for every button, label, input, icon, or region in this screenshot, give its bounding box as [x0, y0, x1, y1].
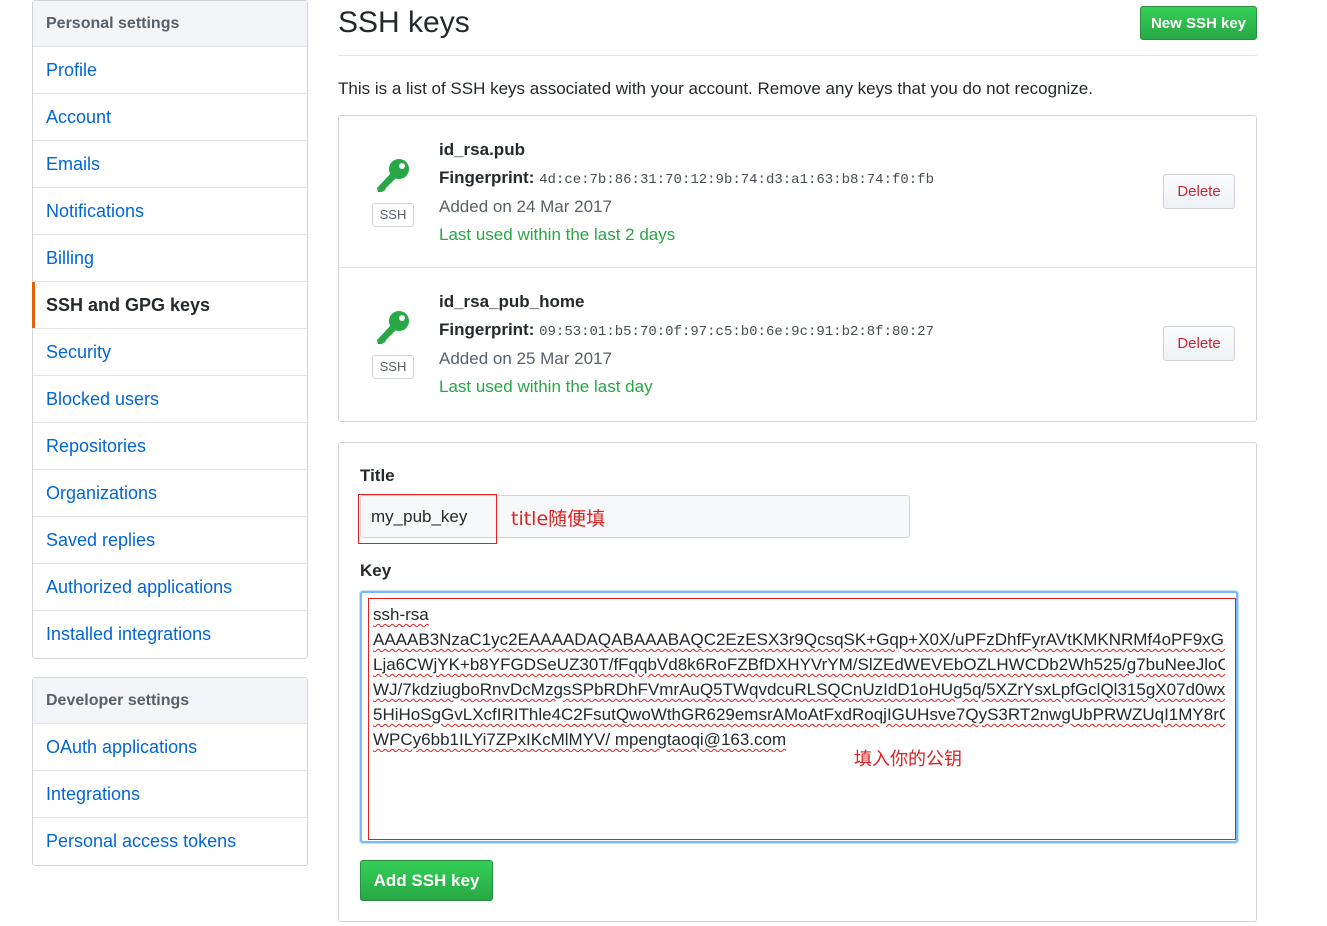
key-label: Key: [360, 561, 392, 580]
key-fingerprint: Fingerprint: 09:53:01:b5:70:0f:97:c5:b0:…: [439, 320, 934, 340]
key-added-date: Added on 24 Mar 2017: [439, 197, 612, 216]
title-divider: [338, 55, 1257, 56]
key-text-line: WPCy6bb1ILYi7ZPxIKcMlMYV/ mpengtaoqi@163…: [373, 730, 787, 749]
new-ssh-key-button[interactable]: New SSH key: [1140, 6, 1257, 40]
key-annotation: 填入你的公钥: [854, 749, 962, 770]
ssh-key-list: SSH id_rsa.pub Fingerprint: 4d:ce:7b:86:…: [338, 115, 1257, 422]
sidebar-item-security[interactable]: Security: [33, 329, 307, 376]
fingerprint-label: Fingerprint:: [439, 168, 535, 187]
sidebar-item-profile[interactable]: Profile: [33, 47, 307, 94]
sidebar-item-organizations[interactable]: Organizations: [33, 470, 307, 517]
fingerprint-label: Fingerprint:: [439, 320, 535, 339]
sidebar-item-emails[interactable]: Emails: [33, 141, 307, 188]
ssh-key-row: SSH id_rsa_pub_home Fingerprint: 09:53:0…: [339, 268, 1256, 420]
key-text-line: Lja6CWjYK+b8YFGDSeUZ30T/fFqqbVd8k6RoFZBf…: [373, 655, 1225, 674]
add-ssh-key-form: Title title随便填 Key ssh-rsa AAAAB3NzaC1yc…: [338, 442, 1257, 922]
sidebar-item-ssh-gpg-keys[interactable]: SSH and GPG keys: [32, 282, 307, 329]
key-icon: [377, 311, 409, 344]
sidebar-item-account[interactable]: Account: [33, 94, 307, 141]
title-label: Title: [360, 466, 395, 485]
personal-settings-heading: Personal settings: [33, 1, 307, 47]
fingerprint-value: 09:53:01:b5:70:0f:97:c5:b0:6e:9c:91:b2:8…: [539, 324, 934, 340]
key-text-line: ssh-rsa: [373, 605, 429, 624]
fingerprint-value: 4d:ce:7b:86:31:70:12:9b:74:d3:a1:63:b8:7…: [539, 172, 934, 188]
sidebar-item-blocked-users[interactable]: Blocked users: [33, 376, 307, 423]
title-annotation: title随便填: [511, 508, 606, 530]
sidebar-item-repositories[interactable]: Repositories: [33, 423, 307, 470]
add-ssh-key-button[interactable]: Add SSH key: [360, 860, 493, 901]
key-added-date: Added on 25 Mar 2017: [439, 349, 612, 368]
key-last-used: Last used within the last 2 days: [439, 225, 676, 244]
sidebar-item-integrations[interactable]: Integrations: [33, 771, 307, 818]
intro-text: This is a list of SSH keys associated wi…: [338, 79, 1093, 98]
key-text-line: AAAAB3NzaC1yc2EAAAADAQABAAABAQC2EzESX3r9…: [373, 630, 1225, 649]
key-icon: [377, 159, 409, 192]
key-textarea[interactable]: ssh-rsa AAAAB3NzaC1yc2EAAAADAQABAAABAQC2…: [360, 591, 1238, 843]
ssh-badge: SSH: [372, 203, 414, 227]
page-title: SSH keys: [338, 6, 470, 39]
sidebar-item-authorized-applications[interactable]: Authorized applications: [33, 564, 307, 611]
key-text-line: WJ/7kdziugboRnvDcMzgsSPbRDhFVmrAuQ5TWqvd…: [373, 680, 1225, 699]
delete-key-button[interactable]: Delete: [1163, 174, 1235, 209]
ssh-key-row: SSH id_rsa.pub Fingerprint: 4d:ce:7b:86:…: [339, 116, 1256, 268]
key-last-used: Last used within the last day: [439, 377, 653, 396]
developer-settings-heading: Developer settings: [33, 678, 307, 724]
sidebar-item-oauth-applications[interactable]: OAuth applications: [33, 724, 307, 771]
sidebar-item-saved-replies[interactable]: Saved replies: [33, 517, 307, 564]
ssh-badge: SSH: [372, 355, 414, 379]
developer-settings-menu: Developer settings OAuth applications In…: [32, 677, 308, 866]
key-text-line: 5HiHoSgGvLXcfIRIThle4C2FsutQwoWthGR629em…: [373, 705, 1225, 724]
title-input[interactable]: [360, 495, 910, 538]
sidebar-item-notifications[interactable]: Notifications: [33, 188, 307, 235]
key-title: id_rsa.pub: [439, 140, 525, 159]
key-fingerprint: Fingerprint: 4d:ce:7b:86:31:70:12:9b:74:…: [439, 168, 934, 188]
personal-settings-menu: Personal settings Profile Account Emails…: [32, 0, 308, 659]
sidebar-item-billing[interactable]: Billing: [33, 235, 307, 282]
key-title: id_rsa_pub_home: [439, 292, 585, 311]
delete-key-button[interactable]: Delete: [1163, 326, 1235, 361]
sidebar-item-installed-integrations[interactable]: Installed integrations: [33, 611, 307, 658]
sidebar-item-personal-access-tokens[interactable]: Personal access tokens: [33, 818, 307, 865]
